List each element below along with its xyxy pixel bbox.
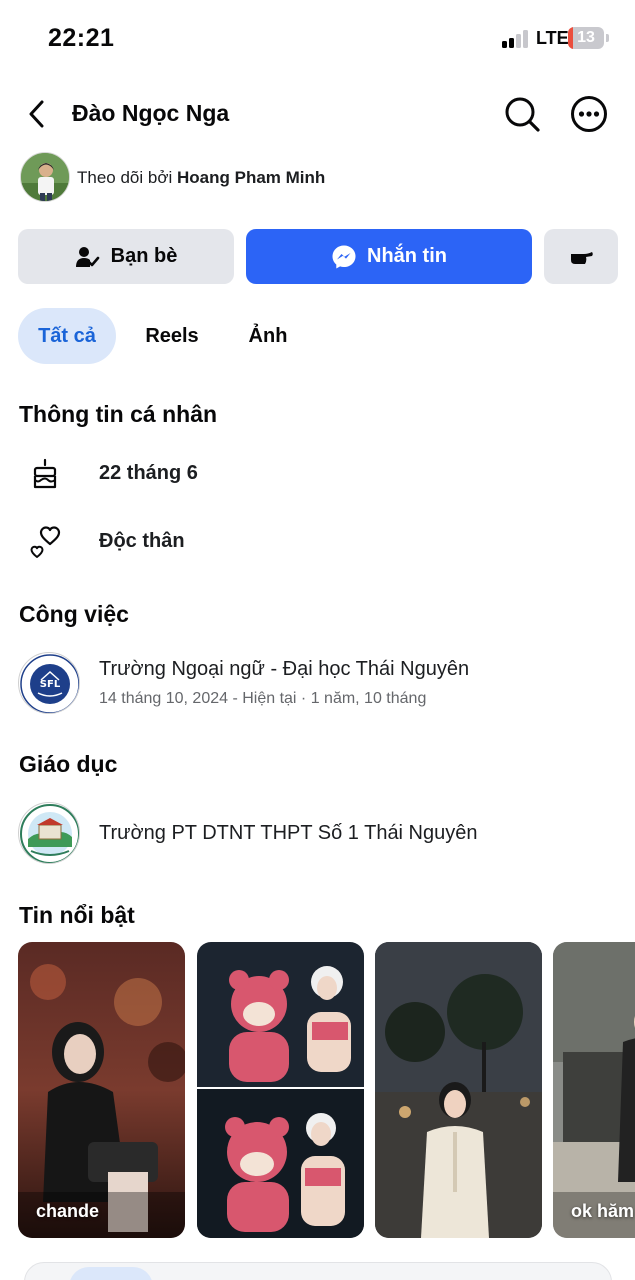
more-horizontal-icon: [571, 96, 607, 132]
tab-reels[interactable]: Reels: [130, 308, 214, 364]
follower-name[interactable]: Hoang Pham Minh: [177, 168, 325, 187]
battery-cap: [606, 34, 609, 42]
avatar-image: [21, 153, 69, 201]
education-title: Giáo dục: [19, 751, 118, 777]
tab-photos[interactable]: Ảnh: [232, 308, 304, 364]
status-bar: 22:21 LTE 13: [0, 0, 635, 76]
featured-story-image: [553, 942, 635, 1238]
search-icon: [505, 97, 540, 132]
battery-level: 13: [577, 29, 595, 46]
status-time: 22:21: [48, 24, 115, 52]
work-title: Công việc: [19, 601, 129, 627]
tab-all[interactable]: Tất cả: [18, 308, 116, 364]
relationship-text: Độc thân: [99, 530, 185, 552]
education-row[interactable]: Trường PT DTNT THPT Số 1 Thái Nguyên: [18, 802, 628, 868]
bottom-filter-pill[interactable]: [69, 1267, 153, 1280]
birthday-cake-icon: [30, 456, 66, 492]
school-logo: [18, 802, 80, 864]
friends-button-label: Bạn bè: [110, 245, 178, 267]
page-title: Đào Ngọc Nga: [72, 100, 230, 126]
university-logo: SFL: [18, 652, 80, 714]
featured-story-1[interactable]: chande: [18, 942, 185, 1238]
featured-story-image: [18, 942, 185, 1238]
back-button[interactable]: [22, 96, 54, 132]
featured-story-2[interactable]: [197, 942, 364, 1238]
featured-story-caption: chande: [36, 1201, 100, 1221]
search-button[interactable]: [502, 94, 542, 134]
followed-by-prefix: Theo dõi bởi: [77, 168, 173, 187]
network-type: LTE: [536, 28, 569, 48]
featured-story-caption: ok hăm: [571, 1201, 635, 1221]
followed-by-text: Theo dõi bởi Hoang Pham Minh: [77, 168, 325, 188]
messenger-icon: [331, 244, 357, 270]
message-button[interactable]: Nhắn tin: [246, 229, 532, 284]
svg-text:SFL: SFL: [40, 679, 61, 690]
profile-tabs: Tất cả Reels Ảnh: [18, 308, 618, 364]
hearts-icon: [30, 524, 66, 560]
poke-button[interactable]: [544, 229, 618, 284]
follower-avatar[interactable]: [20, 152, 70, 202]
relationship-row: Độc thân: [20, 514, 620, 568]
poke-hand-icon: [571, 251, 593, 264]
work-row[interactable]: SFL Trường Ngoại ngữ - Đại học Thái Nguy…: [18, 652, 628, 718]
chevron-left-icon: [29, 100, 44, 128]
profile-header: Đào Ngọc Nga: [0, 86, 635, 142]
friend-check-icon: [75, 245, 101, 269]
work-period: 14 tháng 10, 2024 - Hiện tại · 1 năm, 10…: [99, 690, 427, 707]
battery-icon: 13: [568, 27, 604, 49]
school-name: Trường PT DTNT THPT Số 1 Thái Nguyên: [99, 822, 478, 844]
followed-by-row[interactable]: Theo dõi bởi Hoang Pham Minh: [20, 152, 620, 204]
message-button-label: Nhắn tin: [367, 245, 447, 267]
featured-story-image: [375, 942, 542, 1238]
action-buttons: Bạn bè Nhắn tin: [18, 229, 618, 284]
work-place-name: Trường Ngoại ngữ - Đại học Thái Nguyên: [99, 658, 470, 680]
featured-story-4[interactable]: ok hăm: [553, 942, 635, 1238]
featured-title: Tin nổi bật: [19, 902, 135, 928]
featured-story-3[interactable]: [375, 942, 542, 1238]
friends-button[interactable]: Bạn bè: [18, 229, 234, 284]
birthday-text: 22 tháng 6: [99, 462, 198, 484]
featured-story-image: [197, 942, 364, 1238]
featured-stories: chande ok hăm: [18, 942, 635, 1238]
more-options-button[interactable]: [569, 94, 609, 134]
personal-info-title: Thông tin cá nhân: [19, 401, 218, 427]
cellular-signal-icon: [502, 30, 532, 48]
bottom-filter-bar[interactable]: [24, 1262, 612, 1280]
birthday-row: 22 tháng 6: [20, 446, 620, 500]
